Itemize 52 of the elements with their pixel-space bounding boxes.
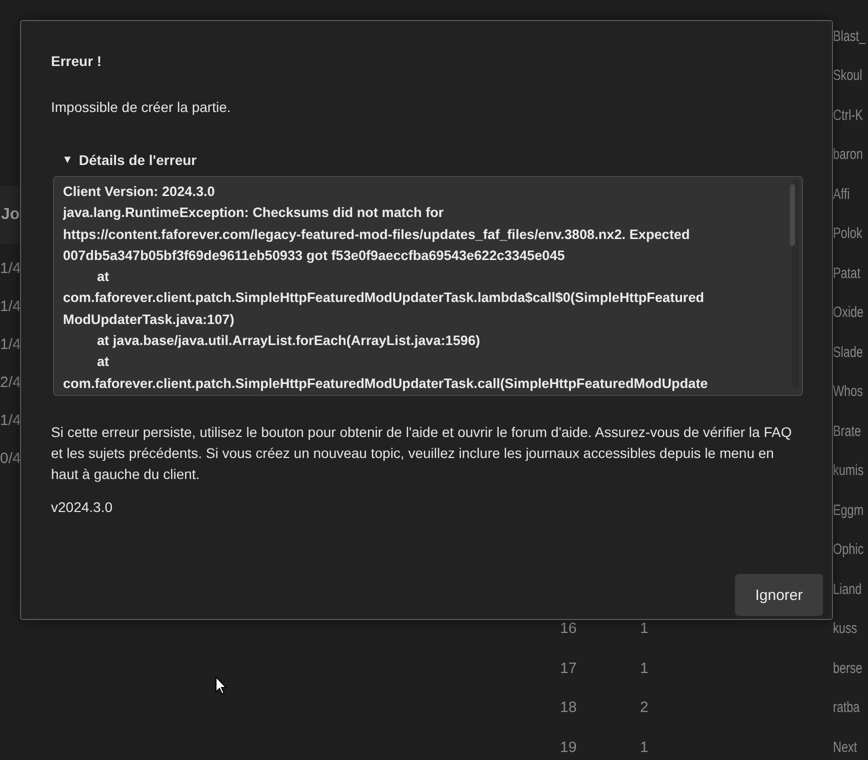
player-name: Whos bbox=[833, 384, 863, 400]
player-name: berse bbox=[833, 660, 862, 677]
column-header: Jo bbox=[1, 206, 20, 224]
player-name: baron bbox=[833, 147, 863, 164]
table-cell: 2/4 bbox=[0, 374, 21, 390]
dialog-title: Erreur ! bbox=[51, 53, 103, 69]
stack-trace-line: at bbox=[96, 268, 110, 286]
player-name: Patat bbox=[833, 266, 860, 282]
stack-trace-line: at bbox=[96, 353, 110, 372]
scrollbar[interactable] bbox=[792, 180, 799, 388]
rank-cell-text: 17 bbox=[560, 660, 578, 677]
player-name: Oxide bbox=[833, 305, 864, 322]
rank-cell-text: 16 bbox=[560, 621, 578, 638]
player-name: ratba bbox=[833, 700, 860, 716]
help-text: Si cette erreur persiste, utilisez le bouton pour obtenir de l'aide et ouvrir le forum d'aide. Assurez-vous de vérifier la FAQ et les sujets précédents. Si vous créez un nouveau topic, veuillez inclure les journaux accessibles depuis le menu en haut à gauche du client. bbox=[51, 423, 793, 484]
error-message: Impossible de créer la partie. bbox=[51, 99, 232, 115]
player-name: Ophic bbox=[833, 542, 864, 558]
version-label: v2024.3.0 bbox=[51, 499, 114, 515]
table-cell: 1/4 bbox=[0, 336, 21, 352]
table-cell: 1/4 bbox=[0, 260, 21, 276]
stack-trace-line: 007db5a347b05bf3f69de9611eb50933 got f53e0f9aeccfba69543e622c3345e045 bbox=[63, 246, 566, 265]
stack-trace-line: com.faforever.client.patch.SimpleHttpFeaturedModUpdaterTask.call(SimpleHttpFeaturedModUpdate bbox=[63, 374, 709, 393]
details-toggle[interactable]: ▼ Détails de l'erreur bbox=[62, 152, 802, 168]
stack-trace-line: Client Version: 2024.3.0 bbox=[63, 183, 216, 201]
table-cell-text: 1 bbox=[640, 621, 650, 638]
player-name: kuss bbox=[833, 621, 858, 638]
player-name: Affi bbox=[833, 186, 850, 203]
player-name: Next bbox=[833, 740, 858, 756]
player-name: Blast_ bbox=[833, 28, 866, 45]
rank-cell-text: 19 bbox=[560, 740, 578, 756]
stack-trace-line: java.lang.RuntimeException: Checksums did not match for bbox=[63, 204, 445, 222]
table-cell: 1/4 bbox=[0, 298, 21, 314]
player-name: kumis bbox=[833, 463, 864, 480]
table-cell-text: 1 bbox=[640, 740, 650, 756]
stack-trace-line: https://content.faforever.com/legacy-featured-mod-files/updates_faf_files/env.3808.nx2. Expected bbox=[63, 226, 691, 244]
player-name: Liand bbox=[833, 582, 862, 598]
mouse-pointer-icon bbox=[215, 676, 227, 695]
stack-trace-line: ModUpdaterTask.java:107) bbox=[63, 310, 236, 329]
table-cell: 0/4 bbox=[0, 450, 21, 466]
table-cell: 1/4 bbox=[0, 412, 21, 428]
rank-cell-text: 18 bbox=[560, 700, 578, 716]
player-name: Brate bbox=[833, 424, 861, 440]
player-name: Polok bbox=[833, 226, 862, 242]
player-name: Eggm bbox=[833, 502, 864, 519]
ignore-button[interactable]: Ignorer bbox=[735, 574, 823, 616]
stack-trace-line: com.faforever.client.patch.SimpleHttpFeaturedModUpdaterTask.lambda$call$0(SimpleHttpFeatured bbox=[63, 289, 706, 308]
player-name: Slade bbox=[833, 344, 863, 361]
table-cell-text: 2 bbox=[640, 700, 650, 716]
player-name: Ctrl-K bbox=[833, 108, 863, 124]
player-name: Skoul bbox=[833, 68, 862, 84]
stack-trace-line: at java.base/java.util.ArrayList.forEach(ArrayList.java:1596) bbox=[96, 332, 482, 350]
table-cell-text: 1 bbox=[640, 660, 650, 677]
